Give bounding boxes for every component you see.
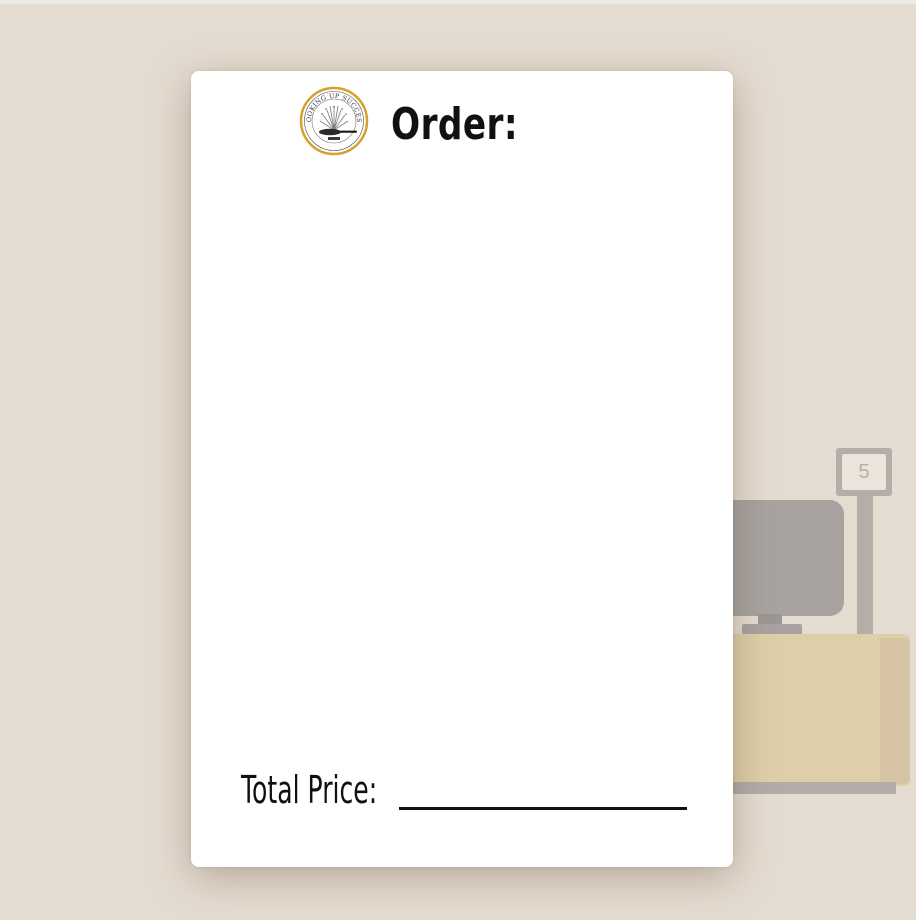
table-number: 5 [842,454,886,490]
total-price-label: Total Price: [241,768,378,812]
order-title: Order: [391,99,518,150]
total-price-field[interactable] [399,807,687,810]
table-number-sign: 5 [836,448,892,496]
total-price-row: Total Price: [241,765,691,815]
counter-side [880,638,910,784]
cooking-up-success-logo: COOKING UP SUCCESS [299,86,369,156]
order-ticket: COOKING UP SUCCESS [191,71,733,867]
kitchen-scene: 5 COOKING UP SUCCESS [0,0,916,920]
top-strip [0,0,916,4]
table-sign-pole [857,490,873,650]
